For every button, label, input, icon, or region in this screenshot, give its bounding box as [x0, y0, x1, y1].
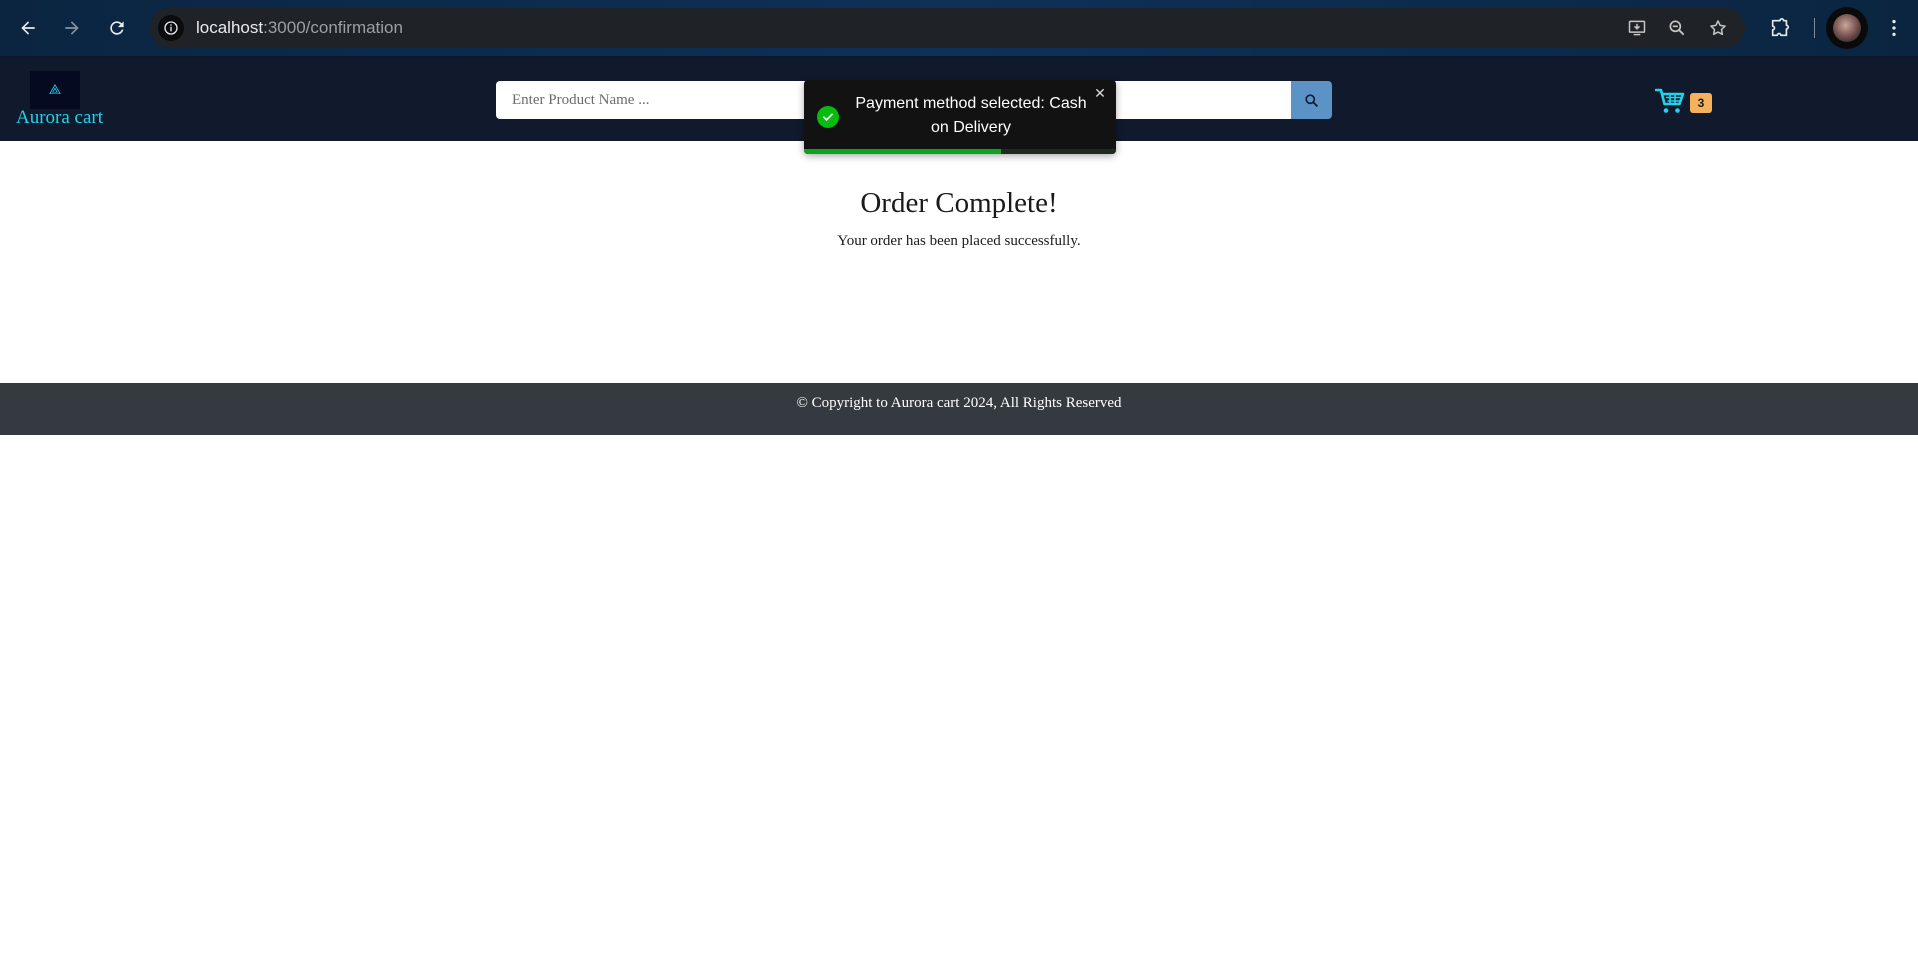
url-text[interactable]: localhost:3000/confirmation [196, 18, 403, 38]
avatar-image [1833, 14, 1861, 42]
brand-name[interactable]: Aurora cart [16, 107, 103, 129]
confirmation-section: Order Complete! Your order has been plac… [0, 141, 1918, 383]
browser-menu-button[interactable] [1879, 13, 1909, 43]
install-app-icon [1628, 20, 1646, 36]
bookmark-button[interactable] [1707, 17, 1729, 39]
reload-icon [110, 21, 124, 35]
toast-close-button[interactable]: ✕ [1092, 86, 1108, 102]
success-check-icon [817, 106, 839, 128]
toast-progress-bar [804, 149, 1116, 154]
address-bar[interactable]: localhost:3000/confirmation [150, 8, 1745, 48]
browser-toolbar: localhost:3000/confirmation [0, 0, 1918, 57]
page-title: Order Complete! [860, 187, 1058, 219]
info-icon [164, 21, 178, 35]
url-path: :3000/confirmation [263, 18, 403, 37]
confirmation-message: Your order has been placed successfully. [837, 233, 1081, 249]
site-footer: © Copyright to Aurora cart 2024, All Rig… [0, 383, 1918, 435]
back-arrow-icon [21, 21, 35, 35]
url-host: localhost [196, 18, 264, 37]
site-info-button[interactable] [158, 15, 184, 41]
reload-button[interactable] [101, 12, 133, 44]
toast-message: Payment method selected: Cash on Deliver… [855, 95, 1087, 136]
forward-button[interactable] [56, 12, 88, 44]
back-button[interactable] [12, 12, 44, 44]
copyright-text: © Copyright to Aurora cart 2024, All Rig… [796, 395, 1122, 411]
cart-count-badge: 3 [1690, 93, 1712, 113]
install-app-button[interactable] [1626, 17, 1648, 39]
logo-icon[interactable]: ⟁ [30, 71, 80, 109]
browser-menu-icon [1892, 19, 1896, 37]
toast-progress-fill [804, 149, 1001, 154]
toolbar-divider [1814, 18, 1815, 38]
zoom-button[interactable] [1666, 17, 1688, 39]
extensions-button[interactable] [1765, 13, 1795, 43]
forward-arrow-icon [65, 21, 79, 35]
profile-avatar[interactable] [1826, 7, 1868, 49]
bookmark-star-icon [1710, 20, 1726, 36]
zoom-icon [1669, 20, 1685, 36]
search-icon [1305, 93, 1318, 107]
search-button[interactable] [1291, 81, 1332, 119]
cart-icon[interactable] [1655, 87, 1685, 115]
extensions-icon [1771, 18, 1790, 37]
toast-notification: Payment method selected: Cash on Deliver… [804, 80, 1116, 154]
